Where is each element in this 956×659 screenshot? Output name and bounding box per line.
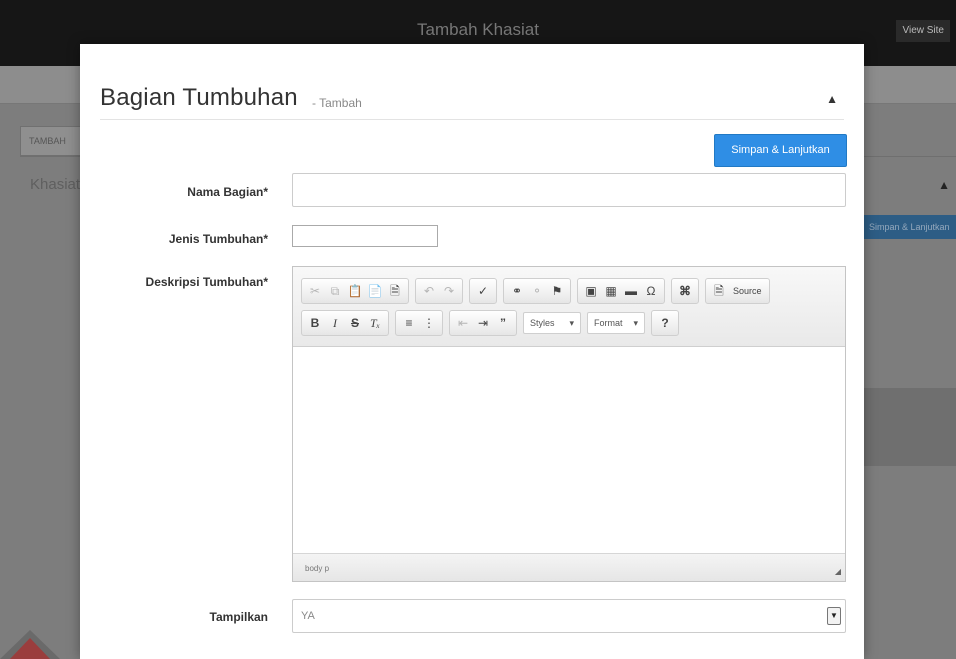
tampilkan-label: Tampilkan bbox=[209, 610, 268, 624]
undo-group: ↶ ↷ bbox=[415, 278, 463, 304]
add-plant-part-modal: Bagian Tumbuhan - Tambah ▲ Simpan & Lanj… bbox=[80, 44, 864, 659]
bulleted-list-icon[interactable]: ⋮ bbox=[419, 313, 439, 333]
maximize-icon[interactable]: ⌘ bbox=[675, 281, 695, 301]
editor-toolbar: ✂ ⧉ 📋 📄 🗎 ↶ ↷ ✓ ⚭ ⚬ ⚑ ▣ ▦ ▬ Ω ⌘ 🗎 Source… bbox=[293, 267, 845, 347]
paste-word-icon[interactable]: 🗎 bbox=[385, 281, 405, 301]
blockquote-icon[interactable]: ” bbox=[493, 313, 513, 333]
format-dropdown[interactable]: Format ▾ bbox=[587, 312, 645, 334]
paste-text-icon[interactable]: 📄 bbox=[365, 281, 385, 301]
toolbar-row-1: ✂ ⧉ 📋 📄 🗎 ↶ ↷ ✓ ⚭ ⚬ ⚑ ▣ ▦ ▬ Ω ⌘ 🗎 Source bbox=[301, 277, 776, 305]
chevron-up-icon[interactable]: ▲ bbox=[826, 92, 838, 106]
italic-icon[interactable]: I bbox=[325, 313, 345, 333]
tampilkan-selected-value: YA bbox=[301, 610, 315, 622]
styles-dropdown[interactable]: Styles ▾ bbox=[523, 312, 581, 334]
link-group: ⚭ ⚬ ⚑ bbox=[503, 278, 571, 304]
remove-format-icon[interactable]: Tₓ bbox=[365, 313, 385, 333]
insert-group: ▣ ▦ ▬ Ω bbox=[577, 278, 665, 304]
bold-icon[interactable]: B bbox=[305, 313, 325, 333]
editor-status-bar: body p ◢ bbox=[293, 553, 845, 581]
maximize-group: ⌘ bbox=[671, 278, 699, 304]
background-panel bbox=[860, 388, 956, 466]
special-char-icon[interactable]: Ω bbox=[641, 281, 661, 301]
resize-handle-icon[interactable]: ◢ bbox=[835, 567, 841, 576]
jenis-tumbuhan-label: Jenis Tumbuhan* bbox=[168, 232, 268, 246]
styles-dropdown-label: Styles bbox=[530, 318, 555, 328]
strike-icon[interactable]: S bbox=[345, 313, 365, 333]
cut-icon[interactable]: ✂ bbox=[305, 281, 325, 301]
basic-style-group: B I S Tₓ bbox=[301, 310, 389, 336]
deskripsi-tumbuhan-label: Deskripsi Tumbuhan* bbox=[145, 275, 268, 289]
tampilkan-select[interactable]: YA ▼ bbox=[292, 599, 846, 633]
undo-icon[interactable]: ↶ bbox=[419, 281, 439, 301]
source-group: 🗎 Source bbox=[705, 278, 770, 304]
element-path[interactable]: body p bbox=[305, 564, 329, 573]
spellcheck-icon[interactable]: ✓ bbox=[473, 281, 493, 301]
background-save-button[interactable]: Simpan & Lanjutkan bbox=[861, 215, 956, 239]
horizontal-rule-icon[interactable]: ▬ bbox=[621, 281, 641, 301]
view-site-button[interactable]: View Site bbox=[896, 20, 950, 42]
nama-bagian-input[interactable] bbox=[292, 173, 846, 207]
background-section-title: Khasiat bbox=[30, 176, 81, 193]
indent-icon[interactable]: ⇥ bbox=[473, 313, 493, 333]
dropdown-arrow-icon: ▾ bbox=[633, 318, 638, 328]
select-arrow-icon[interactable]: ▼ bbox=[827, 607, 841, 625]
source-icon[interactable]: 🗎 bbox=[709, 281, 729, 301]
outdent-icon[interactable]: ⇤ bbox=[453, 313, 473, 333]
table-icon[interactable]: ▦ bbox=[601, 281, 621, 301]
nama-bagian-label: Nama Bagian* bbox=[187, 185, 268, 199]
chevron-up-icon[interactable]: ▲ bbox=[938, 178, 950, 192]
spellcheck-group: ✓ bbox=[469, 278, 497, 304]
format-dropdown-label: Format bbox=[594, 318, 623, 328]
rich-text-editor: ✂ ⧉ 📋 📄 🗎 ↶ ↷ ✓ ⚭ ⚬ ⚑ ▣ ▦ ▬ Ω ⌘ 🗎 Source… bbox=[292, 266, 846, 582]
indent-group: ⇤ ⇥ ” bbox=[449, 310, 517, 336]
modal-header: Bagian Tumbuhan - Tambah ▲ bbox=[100, 84, 844, 120]
redo-icon[interactable]: ↷ bbox=[439, 281, 459, 301]
list-group: ≡ ⋮ bbox=[395, 310, 443, 336]
copy-icon[interactable]: ⧉ bbox=[325, 281, 345, 301]
editor-content-area[interactable] bbox=[293, 347, 845, 553]
clipboard-group: ✂ ⧉ 📋 📄 🗎 bbox=[301, 278, 409, 304]
dropdown-arrow-icon: ▾ bbox=[569, 318, 574, 328]
help-group: ? bbox=[651, 310, 679, 336]
toolbar-row-2: B I S Tₓ ≡ ⋮ ⇤ ⇥ ” Styles ▾ Format ▾ ? bbox=[301, 309, 685, 337]
unlink-icon[interactable]: ⚬ bbox=[527, 281, 547, 301]
paste-icon[interactable]: 📋 bbox=[345, 281, 365, 301]
anchor-icon[interactable]: ⚑ bbox=[547, 281, 567, 301]
save-and-continue-button[interactable]: Simpan & Lanjutkan bbox=[714, 134, 847, 167]
image-icon[interactable]: ▣ bbox=[581, 281, 601, 301]
numbered-list-icon[interactable]: ≡ bbox=[399, 313, 419, 333]
modal-title: Bagian Tumbuhan bbox=[100, 84, 298, 111]
link-icon[interactable]: ⚭ bbox=[507, 281, 527, 301]
help-button[interactable]: ? bbox=[655, 313, 675, 333]
modal-subtitle: - Tambah bbox=[312, 96, 362, 110]
jenis-tumbuhan-input[interactable] bbox=[292, 225, 438, 247]
logo-watermark-icon bbox=[0, 630, 60, 659]
source-button-label[interactable]: Source bbox=[729, 281, 766, 301]
background-app-title: Tambah Khasiat bbox=[417, 20, 539, 39]
